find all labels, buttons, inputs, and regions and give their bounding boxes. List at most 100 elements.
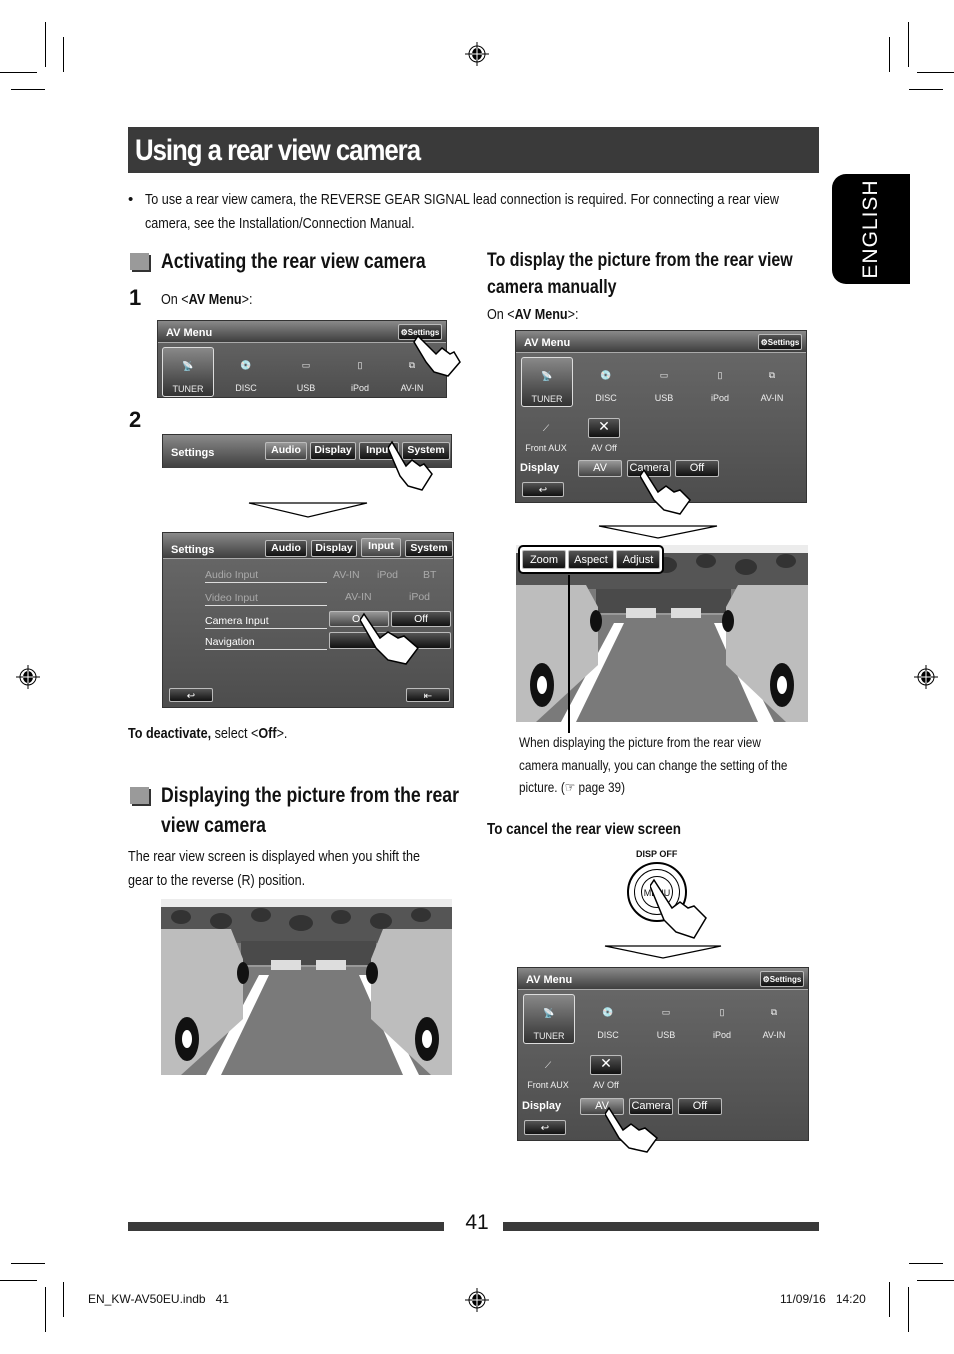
source-usb[interactable]: ▭ USB — [640, 994, 692, 1044]
tab-input[interactable]: Input — [361, 538, 401, 557]
settings-button[interactable]: ⚙Settings — [758, 334, 802, 350]
crop-mark — [45, 1287, 46, 1332]
source-disc[interactable]: 💿 DISC — [580, 357, 632, 407]
pointing-hand-icon — [360, 612, 420, 665]
source-ipod[interactable]: ▯ iPod — [694, 357, 746, 407]
disc-icon: 💿 — [240, 359, 252, 370]
tuner-icon: 📡 — [543, 1007, 555, 1018]
tab-audio[interactable]: Audio — [265, 540, 307, 557]
footer-timestamp: 11/09/16 14:20 — [780, 1292, 866, 1306]
crop-mark — [11, 89, 45, 90]
source-av-in[interactable]: ⧉ AV-IN — [748, 994, 800, 1044]
tab-audio[interactable]: Audio — [265, 442, 307, 460]
source-ipod[interactable]: ▯ iPod — [334, 347, 386, 397]
crop-mark — [917, 1280, 954, 1281]
arrow-down-icon — [604, 945, 722, 959]
source-av-in[interactable]: ⧉ AV-IN — [746, 357, 798, 407]
close-x-icon: ✕ — [590, 1055, 622, 1075]
aspect-button[interactable]: Aspect — [568, 550, 614, 569]
crop-mark — [0, 1280, 37, 1281]
back-button[interactable]: ↩ — [522, 482, 564, 497]
crop-mark — [908, 1287, 909, 1332]
rear-view-camera-image — [161, 899, 452, 1075]
ipod-icon: ▯ — [357, 359, 363, 370]
ipod-icon: ▯ — [717, 369, 723, 380]
crop-mark — [63, 1282, 64, 1317]
source-front-aux[interactable]: ⟋ Front AUX — [520, 413, 572, 463]
ipod-icon: ▯ — [719, 1006, 725, 1017]
crop-mark — [908, 22, 909, 67]
settings-button[interactable]: ⚙Settings — [760, 971, 804, 987]
display-av-button[interactable]: AV — [578, 460, 622, 477]
tab-display[interactable]: Display — [311, 540, 357, 557]
option-bt[interactable]: BT — [423, 569, 436, 581]
source-tuner[interactable]: 📡 TUNER — [162, 347, 214, 397]
crop-mark — [0, 72, 37, 73]
page-title: Using a rear view camera — [128, 127, 819, 173]
option-ipod[interactable]: iPod — [409, 591, 430, 603]
av-off-button[interactable]: ✕ AV Off — [578, 413, 630, 463]
screen-header: AV Menu ⚙Settings — [516, 331, 806, 353]
pointing-hand-icon — [650, 878, 707, 939]
option-av-in[interactable]: AV-IN — [345, 591, 372, 603]
usb-icon: ▭ — [659, 369, 669, 380]
step1-text: On <AV Menu>: — [161, 291, 253, 308]
av-in-icon: ⧉ — [770, 1006, 778, 1017]
back-icon: ↩ — [538, 485, 548, 496]
usb-icon: ▭ — [301, 359, 311, 370]
back-icon: ↩ — [186, 691, 196, 702]
crop-mark — [909, 89, 943, 90]
crop-mark — [889, 37, 890, 72]
back-button[interactable]: ↩ — [169, 688, 213, 702]
back-button[interactable]: ↩ — [524, 1120, 566, 1135]
source-tuner[interactable]: 📡 TUNER — [521, 357, 573, 407]
exit-button[interactable]: ⇤ — [406, 688, 450, 702]
row-video-input: Video Input — [205, 592, 327, 606]
manual-heading: To display the picture from the rear vie… — [487, 250, 793, 298]
zoom-button[interactable]: Zoom — [522, 550, 566, 569]
manual-on-av-menu: On <AV Menu>: — [487, 306, 579, 323]
step-number: 2 — [129, 407, 142, 432]
registration-mark-icon — [465, 42, 489, 66]
option-av-in[interactable]: AV-IN — [333, 569, 360, 581]
manual-note: When displaying the picture from the rea… — [519, 734, 788, 795]
usb-icon: ▭ — [661, 1006, 671, 1017]
back-icon: ↩ — [540, 1123, 550, 1134]
adjust-button[interactable]: Adjust — [616, 550, 660, 569]
source-usb[interactable]: ▭ USB — [638, 357, 690, 407]
tab-display[interactable]: Display — [310, 442, 356, 460]
source-ipod[interactable]: ▯ iPod — [696, 994, 748, 1044]
tuner-icon: 📡 — [541, 370, 553, 381]
registration-mark-icon — [465, 1288, 489, 1312]
display-label: Display — [522, 1100, 562, 1112]
row-navigation: Navigation — [205, 636, 327, 650]
crop-mark — [63, 37, 64, 72]
row-camera-input: Camera Input — [205, 615, 327, 629]
footer-rule — [128, 1222, 444, 1231]
source-disc[interactable]: 💿 DISC — [582, 994, 634, 1044]
arrow-down-icon — [598, 525, 718, 539]
aux-cable-icon: ⟋ — [542, 422, 550, 433]
source-tuner[interactable]: 📡 TUNER — [523, 994, 575, 1044]
tuner-icon: 📡 — [182, 360, 194, 371]
crop-mark — [45, 22, 46, 67]
page-number: 41 — [465, 1211, 489, 1234]
crop-mark — [889, 1282, 890, 1317]
source-front-aux[interactable]: ⟋ Front AUX — [522, 1050, 574, 1100]
av-in-icon: ⧉ — [768, 369, 776, 380]
source-usb[interactable]: ▭ USB — [280, 347, 332, 397]
tab-system[interactable]: System — [405, 540, 453, 557]
row-audio-input: Audio Input — [205, 569, 327, 583]
display-off-button[interactable]: Off — [678, 1098, 722, 1115]
pointing-hand-icon — [413, 334, 461, 377]
av-off-button[interactable]: ✕ AV Off — [580, 1050, 632, 1100]
option-ipod[interactable]: iPod — [377, 569, 398, 581]
callout-line — [568, 575, 570, 733]
exit-icon: ⇤ — [423, 691, 433, 702]
section-heading-displaying: Displaying the picture from the rear vie… — [161, 784, 459, 837]
section-heading-activating: Activating the rear view camera — [161, 250, 426, 273]
display-label: Display — [520, 462, 560, 474]
source-disc[interactable]: 💿 DISC — [220, 347, 272, 397]
crop-mark — [11, 1263, 45, 1264]
cancel-heading: To cancel the rear view screen — [487, 821, 681, 838]
